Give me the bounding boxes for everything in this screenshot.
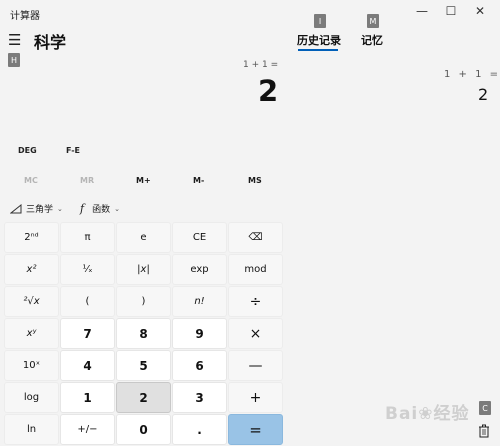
trash-icon[interactable] <box>478 424 490 438</box>
backspace-button[interactable]: ⌫ <box>228 222 283 253</box>
digit-1-button[interactable]: 1 <box>60 382 115 413</box>
trigonometry-menu[interactable]: 三角学 ⌄ <box>10 202 63 215</box>
ln-button[interactable]: ln <box>4 414 59 445</box>
digit-2-button[interactable]: 2 <box>116 382 171 413</box>
tab-history-indicator <box>298 49 338 51</box>
log-button[interactable]: log <box>4 382 59 413</box>
pi-button[interactable]: π <box>60 222 115 253</box>
clear-entry-button[interactable]: CE <box>172 222 227 253</box>
digit-9-button[interactable]: 9 <box>172 318 227 349</box>
tab-history[interactable]: 历史记录 <box>297 32 341 48</box>
function-icon: f <box>80 202 85 215</box>
close-paren-button[interactable]: ) <box>116 286 171 317</box>
watermark-logo: Bai❀经验 <box>385 404 470 424</box>
fe-button[interactable]: F-E <box>66 146 80 155</box>
m-minus-button[interactable]: M- <box>193 176 204 185</box>
m-plus-button[interactable]: M+ <box>136 176 151 185</box>
trigonometry-label: 三角学 <box>26 205 54 215</box>
hamburger-menu-icon[interactable]: ☰ <box>8 31 21 49</box>
digit-7-button[interactable]: 7 <box>60 318 115 349</box>
decimal-button[interactable]: . <box>172 414 227 445</box>
expression-display: 1 + 1 = <box>243 60 279 70</box>
chevron-down-icon: ⌄ <box>57 204 63 213</box>
app-title: 计算器 <box>10 11 40 22</box>
deg-button[interactable]: DEG <box>18 146 37 155</box>
shortcut-badge-i: I <box>314 14 326 28</box>
shortcut-badge-c: C <box>479 401 491 415</box>
divide-button[interactable]: ÷ <box>228 286 283 317</box>
mc-button[interactable]: MC <box>24 176 38 185</box>
page-title: 科学 <box>34 33 67 52</box>
digit-4-button[interactable]: 4 <box>60 350 115 381</box>
maximize-button[interactable]: ☐ <box>439 3 463 19</box>
ten-power-button[interactable]: 10ˣ <box>4 350 59 381</box>
exp-button[interactable]: exp <box>172 254 227 285</box>
triangle-ruler-icon <box>10 203 22 213</box>
mod-button[interactable]: mod <box>228 254 283 285</box>
history-item-result[interactable]: 2 <box>478 85 488 104</box>
digit-3-button[interactable]: 3 <box>172 382 227 413</box>
chevron-down-icon: ⌄ <box>114 204 120 213</box>
square-button[interactable]: x² <box>4 254 59 285</box>
ms-button[interactable]: MS <box>248 176 262 185</box>
digit-5-button[interactable]: 5 <box>116 350 171 381</box>
e-button[interactable]: e <box>116 222 171 253</box>
negate-button[interactable]: +/− <box>60 414 115 445</box>
power-button[interactable]: xʸ <box>4 318 59 349</box>
result-display: 2 <box>258 74 279 108</box>
history-item-expression[interactable]: 1 + 1 = <box>444 69 498 80</box>
shortcut-badge-h: H <box>8 53 20 67</box>
close-button[interactable]: ✕ <box>468 3 492 19</box>
square-root-button[interactable]: ²√x <box>4 286 59 317</box>
tab-memory[interactable]: 记忆 <box>361 32 383 48</box>
multiply-button[interactable]: × <box>228 318 283 349</box>
open-paren-button[interactable]: ( <box>60 286 115 317</box>
reciprocal-button[interactable]: ¹⁄ₓ <box>60 254 115 285</box>
second-function-button[interactable]: 2ⁿᵈ <box>4 222 59 253</box>
add-button[interactable]: + <box>228 382 283 413</box>
shortcut-badge-m: M <box>367 14 379 28</box>
digit-6-button[interactable]: 6 <box>172 350 227 381</box>
function-label: 函数 <box>92 205 111 215</box>
minimize-button[interactable]: — <box>410 3 434 19</box>
mr-button[interactable]: MR <box>80 176 94 185</box>
absolute-value-button[interactable]: |x| <box>116 254 171 285</box>
digit-8-button[interactable]: 8 <box>116 318 171 349</box>
subtract-button[interactable]: — <box>228 350 283 381</box>
equals-button[interactable]: = <box>228 414 283 445</box>
function-menu[interactable]: f 函数 ⌄ <box>80 202 120 215</box>
factorial-button[interactable]: n! <box>172 286 227 317</box>
digit-0-button[interactable]: 0 <box>116 414 171 445</box>
